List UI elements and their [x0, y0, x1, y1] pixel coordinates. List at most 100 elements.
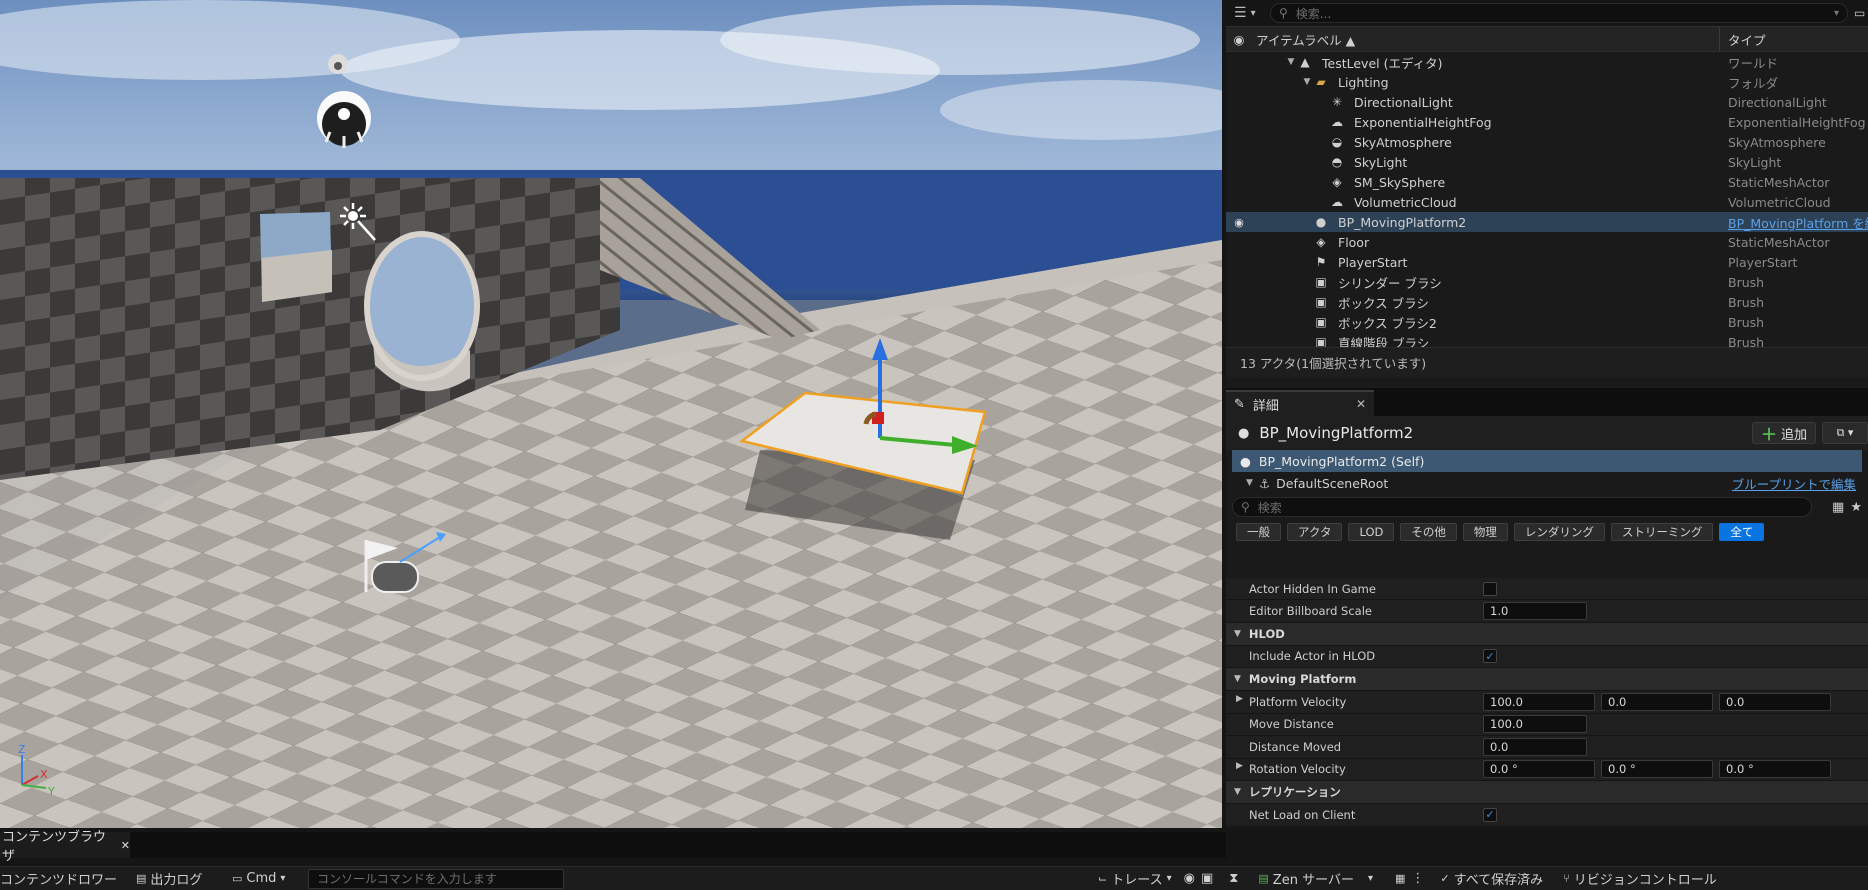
save-icon: ✓ — [1440, 872, 1450, 885]
filter-button[interactable]: アクタ — [1287, 523, 1343, 541]
close-icon[interactable]: ✕ — [1356, 397, 1366, 411]
search-icon: ⚲ — [1279, 6, 1288, 20]
outliner-row[interactable]: ⚑ PlayerStart PlayerStart — [1226, 252, 1868, 272]
category-label: HLOD — [1248, 626, 1285, 641]
billboard-scale-input[interactable]: 1.0 — [1483, 601, 1587, 620]
revision-control-button[interactable]: ⑂ リビジョンコントロール — [1563, 869, 1717, 888]
filter-button[interactable]: その他 — [1400, 523, 1457, 541]
edit-blueprint-link[interactable]: BP_MovingPlatform を編集 — [1720, 213, 1868, 232]
category-replication[interactable]: ▼ レプリケーション — [1226, 781, 1868, 804]
category-label: Moving Platform — [1248, 672, 1357, 686]
visibility-column-icon[interactable]: ◉ — [1226, 32, 1252, 47]
filter-button[interactable]: 一般 — [1236, 523, 1281, 541]
actor-name[interactable]: BP_MovingPlatform2 — [1259, 424, 1413, 442]
prop-actor-hidden: Actor Hidden In Game — [1226, 578, 1868, 600]
scene-component-icon: ⚓ — [1258, 475, 1271, 491]
prop-net-load: Net Load on Client ✓ — [1226, 804, 1868, 827]
console-command-input[interactable]: コンソールコマンドを入力します — [308, 868, 564, 889]
column-type[interactable]: タイプ — [1720, 30, 1868, 49]
level-viewport[interactable]: Z X Y — [0, 0, 1222, 828]
grid-icon[interactable]: ▦ — [1395, 872, 1405, 885]
outliner-row-type: Brush — [1728, 294, 1765, 310]
table-view-icon[interactable]: ▦ — [1832, 500, 1844, 515]
actor-hidden-checkbox[interactable] — [1483, 581, 1497, 596]
outliner-row[interactable]: ☁ ExponentialHeightFog ExponentialHeightFo… — [1226, 112, 1868, 132]
platform-velocity-x-input[interactable]: 100.0 — [1483, 692, 1595, 711]
rotation-velocity-roll-input[interactable]: 0.0 ° — [1483, 760, 1595, 779]
outliner-row-label: Floor — [1338, 234, 1370, 250]
component-root-label: DefaultSceneRoot — [1276, 475, 1389, 491]
outliner-row-type: SkyAtmosphere — [1728, 134, 1826, 150]
prop-label: Editor Billboard Scale — [1249, 603, 1372, 618]
outliner-row[interactable]: ◈ SM_SkySphere StaticMeshActor — [1226, 172, 1868, 192]
save-status[interactable]: ✓ すべて保存済み — [1440, 869, 1543, 888]
filter-button[interactable]: ストリーミング — [1610, 523, 1714, 541]
outliner-row[interactable]: ▼ ▰ Lighting フォルダ — [1226, 72, 1868, 92]
edit-in-blueprint-link[interactable]: ブループリントで編集 — [1732, 474, 1856, 493]
star-icon[interactable]: ★ — [1850, 500, 1862, 515]
outliner-row[interactable]: ▼ ▲ TestLevel (エディタ) ワールド — [1226, 52, 1868, 72]
prop-move-distance: Move Distance 100.0 — [1226, 713, 1868, 736]
directional-light-icon: ✳ — [1331, 95, 1343, 109]
component-root-row[interactable]: ▼ ⚓ DefaultSceneRoot ブループリントで編集 — [1232, 472, 1862, 494]
include-hlod-checkbox[interactable]: ✓ — [1483, 649, 1497, 664]
outliner-row[interactable]: ▣ ボックス ブラシ Brush — [1226, 292, 1868, 312]
outliner-search-input[interactable]: ⚲ 検索... ▾ — [1270, 3, 1848, 23]
add-component-button[interactable]: ＋ 追加 — [1751, 422, 1816, 444]
plus-icon: ＋ — [1760, 425, 1777, 444]
tab-details[interactable]: ✎ 詳細 ✕ — [1226, 390, 1374, 416]
outliner-row[interactable]: ◒ SkyAtmosphere SkyAtmosphere — [1226, 132, 1868, 152]
chevron-down-icon[interactable]: ▾ — [1834, 8, 1839, 19]
distance-moved-input[interactable]: 0.0 — [1483, 737, 1587, 756]
content-drawer-button[interactable]: コンテンツドロワー — [0, 869, 126, 888]
outliner-row[interactable]: ◓ SkyLight SkyLight — [1226, 152, 1868, 172]
expander-icon[interactable]: ▼ — [1300, 77, 1314, 87]
category-moving-platform[interactable]: ▼ Moving Platform — [1226, 668, 1868, 691]
outliner-row[interactable]: ◈ Floor StaticMeshActor — [1226, 232, 1868, 252]
output-log-button[interactable]: ▤ 出力ログ — [126, 869, 216, 888]
outliner-row-label: PlayerStart — [1338, 254, 1408, 270]
revision-control-label: リビジョンコントロール — [1573, 873, 1717, 888]
component-self-row[interactable]: ● BP_MovingPlatform2 (Self) — [1232, 450, 1862, 472]
category-hlod[interactable]: ▼ HLOD — [1226, 622, 1868, 646]
trace-button[interactable]: ⌙ トレース ▾ — [1098, 869, 1172, 888]
filter-button[interactable]: レンダリング — [1513, 523, 1605, 541]
output-log-label: 出力ログ — [150, 873, 203, 888]
more-icon[interactable]: ⋮ — [1411, 871, 1424, 886]
move-distance-input[interactable]: 100.0 — [1483, 715, 1587, 734]
outliner-row[interactable]: ▣ ボックス ブラシ2 Brush — [1226, 312, 1868, 332]
outliner-row[interactable]: ▣ 直線階段 ブラシ Brush — [1226, 332, 1868, 348]
rotation-velocity-yaw-input[interactable]: 0.0 ° — [1719, 760, 1831, 779]
net-load-checkbox[interactable]: ✓ — [1483, 807, 1497, 822]
filter-button[interactable]: 全て — [1719, 523, 1765, 541]
viewport-scene[interactable]: Z X Y — [0, 0, 1222, 828]
platform-velocity-z-input[interactable]: 0.0 — [1719, 692, 1831, 711]
details-tabbar: ✎ 詳細 ✕ — [1226, 388, 1868, 416]
visibility-eye-icon[interactable]: ◉ — [1226, 216, 1252, 229]
filter-button[interactable]: LOD — [1348, 523, 1395, 541]
blueprint-options-button[interactable]: ⧉ ▾ — [1822, 422, 1868, 444]
cmd-selector[interactable]: ▭ Cmd ▾ — [216, 871, 294, 886]
outliner-row[interactable]: ✳ DirectionalLight DirectionalLight — [1226, 92, 1868, 112]
outliner-row[interactable]: ☁ VolumetricCloud VolumetricCloud — [1226, 192, 1868, 212]
chevron-right-icon[interactable]: ▶ — [1236, 761, 1243, 771]
hourglass-icon[interactable]: ⧗ — [1229, 871, 1238, 886]
column-item-label[interactable]: アイテムラベル ▲ — [1252, 27, 1720, 51]
expander-icon[interactable]: ▼ — [1284, 57, 1298, 67]
details-search-input[interactable]: ⚲ 検索 — [1232, 497, 1813, 517]
tab-content-browser[interactable]: コンテンツブラウザ ✕ — [0, 830, 130, 864]
rotation-velocity-pitch-input[interactable]: 0.0 ° — [1601, 760, 1713, 779]
folder-add-icon[interactable]: ▭ — [1854, 6, 1868, 20]
platform-velocity-y-input[interactable]: 0.0 — [1601, 692, 1713, 711]
zen-server-button[interactable]: ▤ Zen サーバー ▾ — [1258, 869, 1373, 888]
outliner-row[interactable]: ◉ ● BP_MovingPlatform2 BP_MovingPlatform を編… — [1226, 212, 1868, 232]
outliner-filter-button[interactable]: ☰ ▾ — [1234, 5, 1270, 21]
outliner-row[interactable]: ▣ シリンダー ブラシ Brush — [1226, 272, 1868, 292]
filter-button[interactable]: 物理 — [1462, 523, 1508, 541]
camera-icon[interactable]: ▣ — [1201, 871, 1213, 886]
axis-y-label: Y — [47, 785, 55, 798]
chevron-right-icon[interactable]: ▶ — [1236, 694, 1243, 704]
zen-server-label: Zen サーバー — [1272, 873, 1354, 888]
record-icon[interactable]: ◉ — [1184, 871, 1195, 886]
close-icon[interactable]: ✕ — [121, 839, 130, 852]
